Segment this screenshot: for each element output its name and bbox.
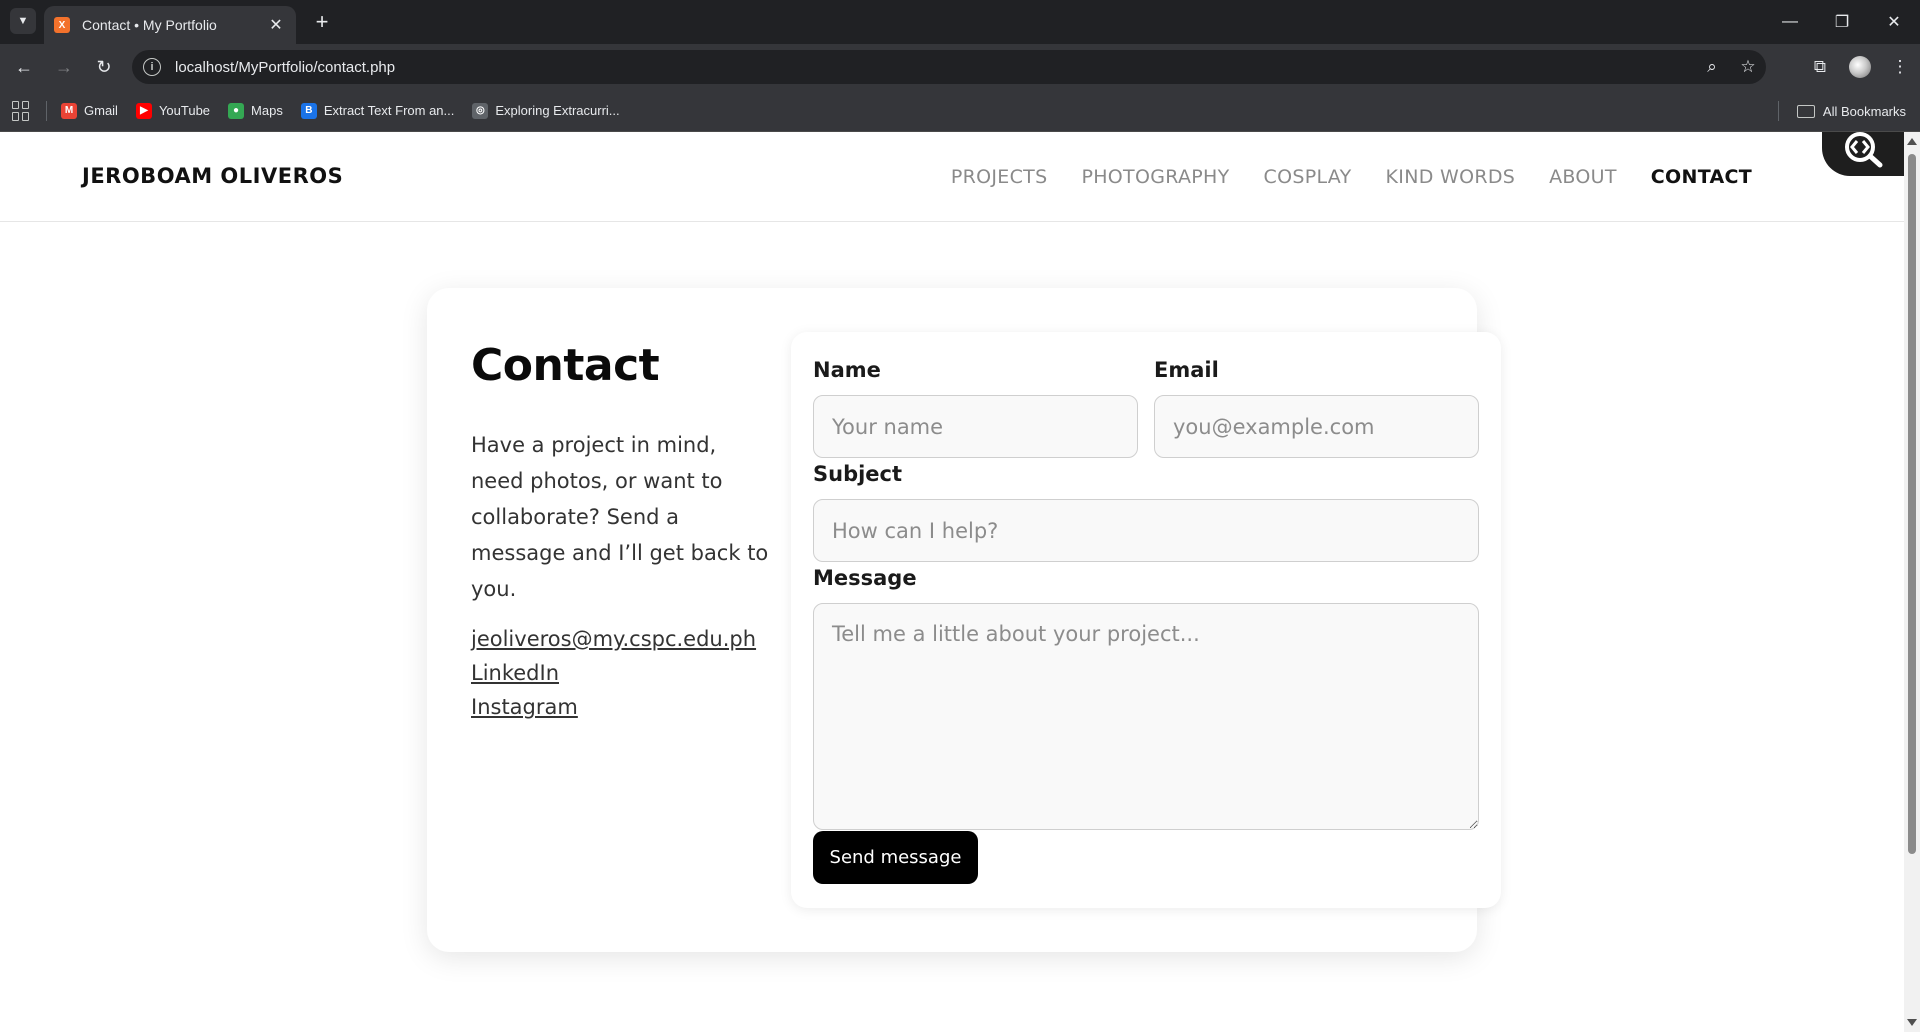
- contact-links: jeoliveros@my.cspc.edu.ph LinkedIn Insta…: [471, 627, 771, 719]
- address-bar[interactable]: i localhost/MyPortfolio/contact.php ⌕ ☆: [132, 50, 1766, 84]
- instagram-link[interactable]: Instagram: [471, 695, 771, 719]
- bookmark-b-icon: B: [300, 102, 317, 119]
- intro-paragraph: Have a project in mind, need photos, or …: [471, 433, 769, 601]
- page-title: Contact: [471, 340, 660, 391]
- bookmark-youtube[interactable]: ▶ YouTube: [135, 102, 211, 119]
- tab-search-button[interactable]: ▼: [10, 8, 36, 34]
- address-url[interactable]: localhost/MyPortfolio/contact.php: [175, 59, 1694, 76]
- email-link[interactable]: jeoliveros@my.cspc.edu.ph: [471, 627, 771, 651]
- folder-icon: [1796, 104, 1815, 118]
- site-brand[interactable]: JEROBOAM OLIVEROS: [82, 164, 343, 188]
- browser-toolbar: ← → ↻ i localhost/MyPortfolio/contact.ph…: [0, 44, 1920, 90]
- all-bookmarks[interactable]: All Bookmarks: [1777, 90, 1906, 132]
- bookmark-list: M Gmail ▶ YouTube ● Maps B Extract Text From an…: [61, 102, 638, 119]
- zoom-icon[interactable]: ⌕: [1694, 57, 1730, 77]
- bookmark-label: YouTube: [158, 103, 211, 118]
- nav-kind-words[interactable]: KIND WORDS: [1386, 166, 1516, 188]
- back-button[interactable]: ←: [10, 53, 38, 81]
- bookmark-label: Exploring Extracurri...: [495, 103, 620, 118]
- bookmark-gmail[interactable]: M Gmail: [61, 102, 118, 119]
- site-header: JEROBOAM OLIVEROS PROJECTS PHOTOGRAPHY COS…: [0, 132, 1904, 222]
- toolbar-right: ⧉ ⋮: [1800, 44, 1920, 90]
- xampp-favicon-icon: X: [54, 17, 70, 33]
- send-message-button[interactable]: Send message: [813, 831, 978, 884]
- nav-photography[interactable]: PHOTOGRAPHY: [1081, 166, 1229, 188]
- avatar: [1849, 56, 1871, 78]
- bookmark-exploring-extracurri[interactable]: ◎ Exploring Extracurri...: [472, 102, 620, 119]
- nav-projects[interactable]: PROJECTS: [951, 166, 1048, 188]
- minimize-button[interactable]: —: [1764, 0, 1816, 44]
- bookmark-maps[interactable]: ● Maps: [228, 102, 283, 119]
- bookmarks-bar: M Gmail ▶ YouTube ● Maps B Extract Text From an…: [0, 90, 1920, 132]
- profile-button[interactable]: [1840, 49, 1880, 85]
- code-search-icon: [1845, 132, 1883, 168]
- name-input[interactable]: [813, 395, 1138, 458]
- close-window-button[interactable]: ✕: [1868, 0, 1920, 44]
- chevron-down-icon: ▼: [17, 15, 29, 27]
- active-tab[interactable]: X Contact • My Portfolio ✕: [44, 6, 296, 44]
- message-label: Message: [813, 566, 917, 590]
- bookmarks-divider: [46, 100, 47, 121]
- message-textarea[interactable]: [813, 603, 1479, 830]
- close-tab-icon[interactable]: ✕: [266, 15, 286, 35]
- contact-form: Name Email Subject Message Send message: [791, 332, 1501, 908]
- forward-button[interactable]: →: [50, 53, 78, 81]
- inspect-widget[interactable]: [1822, 132, 1904, 176]
- subject-input[interactable]: [813, 499, 1479, 562]
- name-label: Name: [813, 358, 881, 382]
- bookmark-label: Maps: [251, 103, 283, 118]
- restore-button[interactable]: ❐: [1816, 0, 1868, 44]
- globe-icon: ◎: [472, 102, 489, 119]
- bookmark-extract-text-from-an[interactable]: B Extract Text From an...: [300, 102, 455, 119]
- reload-button[interactable]: ↻: [90, 53, 118, 81]
- site-info-icon[interactable]: i: [143, 58, 161, 76]
- main-nav: PROJECTS PHOTOGRAPHY COSPLAY KIND WORDS ABOU…: [951, 166, 1752, 188]
- extensions-icon[interactable]: ⧉: [1800, 49, 1840, 85]
- apps-grid-icon[interactable]: [12, 100, 32, 121]
- browser-tab-bar: ▼ X Contact • My Portfolio ✕ + — ❐ ✕: [0, 0, 1920, 44]
- bookmark-star-icon[interactable]: ☆: [1730, 57, 1766, 77]
- email-input[interactable]: [1154, 395, 1479, 458]
- window-controls: — ❐ ✕: [1764, 0, 1920, 44]
- scroll-down-icon[interactable]: [1907, 1019, 1917, 1026]
- page-scrollbar[interactable]: [1904, 132, 1920, 1032]
- email-label: Email: [1154, 358, 1219, 382]
- nav-contact[interactable]: CONTACT: [1651, 166, 1752, 188]
- contact-intro: Contact Have a project in mind, need pho…: [471, 340, 771, 719]
- tab-title: Contact • My Portfolio: [82, 17, 217, 33]
- linkedin-link[interactable]: LinkedIn: [471, 661, 771, 685]
- nav-cosplay[interactable]: COSPLAY: [1264, 166, 1352, 188]
- bookmark-label: Extract Text From an...: [323, 103, 455, 118]
- all-bookmarks-label: All Bookmarks: [1822, 103, 1906, 119]
- scroll-up-icon[interactable]: [1907, 138, 1917, 145]
- maps-icon: ●: [228, 102, 245, 119]
- new-tab-button[interactable]: +: [308, 8, 336, 36]
- scroll-thumb[interactable]: [1908, 154, 1916, 854]
- subject-label: Subject: [813, 462, 903, 486]
- nav-about[interactable]: ABOUT: [1549, 166, 1617, 188]
- menu-icon[interactable]: ⋮: [1880, 49, 1920, 85]
- bookmark-label: Gmail: [84, 103, 118, 118]
- youtube-icon: ▶: [135, 102, 152, 119]
- gmail-icon: M: [61, 102, 77, 119]
